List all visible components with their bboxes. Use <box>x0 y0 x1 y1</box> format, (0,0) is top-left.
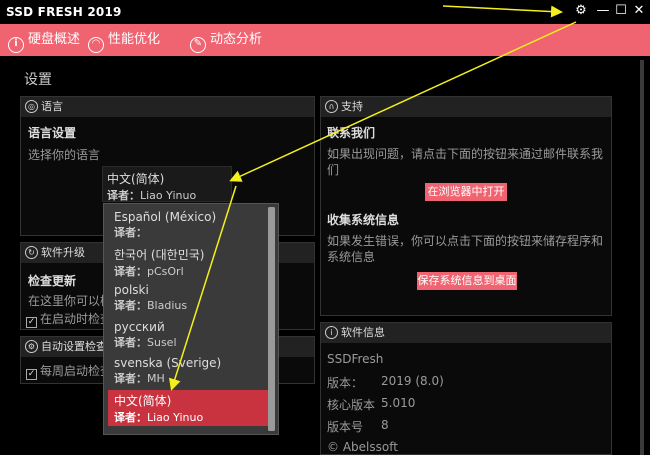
info-panel-header: i 软件信息 <box>321 323 611 343</box>
support-header-label: 支持 <box>341 100 363 113</box>
option-translator: Liao Yinuo <box>147 411 204 424</box>
app-title: SSD FRESH 2019 <box>6 5 122 19</box>
language-option[interactable]: русский 译者：Susel <box>108 318 268 354</box>
option-name: 中文(简体) <box>114 394 172 408</box>
build-value: 8 <box>381 418 389 432</box>
startup-check-label: 在启动时检查 <box>40 312 113 326</box>
version-label: 版本： <box>327 376 364 390</box>
info-icon: i <box>325 326 338 339</box>
option-name: русский <box>114 320 165 334</box>
weekly-check-label: 每周启动检查 <box>40 364 113 378</box>
gear-small-icon: ⚙ <box>25 340 38 353</box>
maximize-button[interactable]: ☐ <box>612 2 630 20</box>
language-select[interactable]: 中文(简体) 译者：Liao Yinuo <box>102 166 232 202</box>
option-name: polski <box>114 283 149 297</box>
language-option[interactable]: svenska (Sverige) 译者：MH <box>108 354 268 390</box>
contact-heading: 联系我们 <box>327 126 376 140</box>
checkbox-checked-icon: ✓ <box>26 369 37 380</box>
option-translator: Susel <box>147 336 177 349</box>
language-prompt: 选择你的语言 <box>28 148 101 162</box>
version-value: 2019 (8.0) <box>381 374 444 388</box>
translator-label: 译者： <box>114 226 147 239</box>
globe-icon: ◎ <box>25 100 38 113</box>
dropdown-scroll-thumb[interactable] <box>268 207 275 431</box>
close-button[interactable]: ✕ <box>630 2 648 20</box>
refresh-icon: ↻ <box>25 246 38 259</box>
nav-overview-label: 硬盘概述 <box>28 32 81 47</box>
title-bar: SSD FRESH 2019 ⚙ — ☐ ✕ <box>0 0 650 24</box>
nav-optimize[interactable]: ◠ 性能优化 <box>88 24 160 56</box>
nav-analysis-label: 动态分析 <box>210 32 263 47</box>
info-icon: i <box>8 37 24 53</box>
collect-info-heading: 收集系统信息 <box>327 213 400 227</box>
page-scrollbar[interactable] <box>640 60 644 455</box>
contact-text: 如果出现问题，请点击下面的按钮来通过邮件联系我们 <box>327 147 604 177</box>
headset-icon: ∩ <box>325 100 338 113</box>
startup-check-checkbox[interactable]: ✓ 在启动时检查 <box>26 310 112 328</box>
translator-label: 译者： <box>114 336 147 349</box>
option-name: 한국어 (대한민국) <box>114 248 205 262</box>
support-panel-header: ∩ 支持 <box>321 97 611 117</box>
nav-overview[interactable]: i 硬盘概述 <box>8 24 80 56</box>
core-version-value: 5.010 <box>381 396 416 410</box>
upgrade-header-label: 软件升级 <box>41 246 85 259</box>
language-option-selected[interactable]: 中文(简体) 译者：Liao Yinuo <box>108 390 268 426</box>
build-label: 版本号 <box>327 420 364 434</box>
core-version-label: 核心版本 <box>327 398 376 412</box>
speedometer-icon: ◠ <box>88 37 104 53</box>
save-sysinfo-button[interactable]: 保存系统信息到桌面 <box>417 272 517 290</box>
minimize-button[interactable]: — <box>594 2 612 20</box>
language-select-translator: 译者：Liao Yinuo <box>107 187 227 203</box>
option-translator: Bladius <box>147 299 188 312</box>
translator-name: Liao Yinuo <box>140 189 197 202</box>
language-option[interactable]: polski 译者：Bladius <box>108 281 268 317</box>
translator-label: 译者： <box>114 265 147 278</box>
gear-icon[interactable]: ⚙ <box>572 2 590 20</box>
translator-label: 译者： <box>114 299 147 312</box>
auto-check-header-label: 自动设置检查 <box>41 340 107 353</box>
option-translator: MH <box>147 372 165 385</box>
pencil-icon: ✎ <box>190 37 206 53</box>
language-option[interactable]: Español (México) 译者： <box>108 208 268 244</box>
support-panel: ∩ 支持 联系我们 如果出现问题，请点击下面的按钮来通过邮件联系我们 在浏览器中打… <box>320 96 612 316</box>
nav-analysis[interactable]: ✎ 动态分析 <box>190 24 262 56</box>
option-name: Español (México) <box>114 210 217 224</box>
checkbox-checked-icon: ✓ <box>26 317 37 328</box>
page-title: 设置 <box>24 72 52 88</box>
language-panel-header: ◎ 语言 <box>21 97 314 117</box>
weekly-check-checkbox[interactable]: ✓ 每周启动检查 <box>26 362 112 380</box>
option-name: svenska (Sverige) <box>114 356 222 370</box>
check-update-text: 在这里你可以检 <box>28 294 113 308</box>
main-nav: i 硬盘概述 ◠ 性能优化 ✎ 动态分析 <box>0 24 650 56</box>
language-option[interactable]: 한국어 (대한민국) 译者：pCsOrl <box>108 244 268 280</box>
info-header-label: 软件信息 <box>341 326 385 339</box>
info-panel: i 软件信息 SSDFresh 版本： 2019 (8.0) 核心版本 5.010… <box>320 322 612 455</box>
check-update-heading: 检查更新 <box>28 274 77 288</box>
dropdown-scrollbar[interactable] <box>268 207 275 431</box>
open-browser-button[interactable]: 在浏览器中打开 <box>425 183 507 201</box>
translator-label: 译者： <box>107 189 140 202</box>
translator-label: 译者： <box>114 411 147 424</box>
copyright: © Abelssoft <box>327 440 398 454</box>
language-header-label: 语言 <box>41 100 63 113</box>
nav-optimize-label: 性能优化 <box>108 32 161 47</box>
option-translator: pCsOrl <box>147 265 184 278</box>
language-dropdown: Español (México) 译者： 한국어 (대한민국) 译者：pCsOr… <box>103 203 279 435</box>
language-heading: 语言设置 <box>28 126 77 140</box>
product-name: SSDFresh <box>327 352 384 366</box>
language-select-value: 中文(简体) <box>107 172 165 186</box>
translator-label: 译者： <box>114 372 147 385</box>
collect-info-text: 如果发生错误，你可以点击下面的按钮来储存程序和系统信息 <box>327 234 604 264</box>
